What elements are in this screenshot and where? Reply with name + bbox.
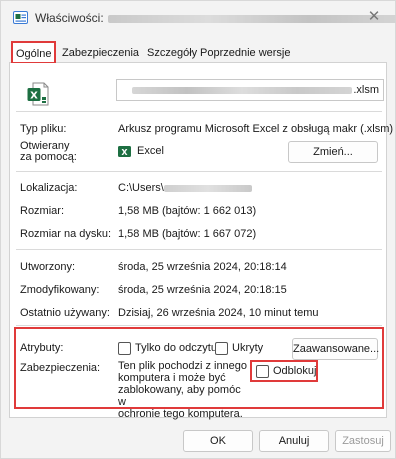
- size-value: 1,58 MB (bajtów: 1 662 013): [118, 205, 257, 217]
- unblock-highlight: Odblokuj: [250, 360, 318, 382]
- advanced-button[interactable]: Zaawansowane...: [292, 338, 379, 360]
- divider: [16, 249, 382, 250]
- attributes-label: Atrybuty:: [20, 342, 64, 354]
- unblock-label: Odblokuj: [273, 365, 317, 377]
- accessed-value: Dzisiaj, 26 września 2024, 10 minut temu: [118, 307, 319, 319]
- excel-file-icon: X: [27, 82, 49, 106]
- opens-with-value: Excel: [137, 145, 164, 157]
- blurred-filename: [107, 14, 396, 23]
- created-label: Utworzony:: [20, 261, 76, 273]
- change-button[interactable]: Zmień...: [288, 141, 378, 163]
- readonly-label: Tylko do odczytu: [135, 342, 217, 354]
- divider: [16, 111, 382, 112]
- apply-button[interactable]: Zastosuj: [335, 430, 391, 452]
- blurred-path: [163, 184, 252, 192]
- accessed-label: Ostatnio używany:: [20, 307, 110, 319]
- ok-button[interactable]: OK: [183, 430, 253, 452]
- opens-with-label-line2: za pomocą:: [20, 151, 77, 163]
- blurred-filename: [132, 86, 353, 94]
- security-message-line1: Ten plik pochodzi z innego: [118, 360, 248, 372]
- window-title: Właściwości:: [35, 11, 396, 25]
- size-label: Rozmiar:: [20, 205, 65, 217]
- properties-dialog: Właściwości: ✕ Ogólne Zabezpieczenia Szc…: [0, 0, 396, 459]
- modified-label: Zmodyfikowany:: [20, 284, 100, 296]
- hidden-checkbox[interactable]: [215, 342, 228, 355]
- general-panel: X .xlsm Typ pliku: Arkusz programu Micro…: [9, 63, 393, 420]
- filename-extension: .xlsm: [353, 84, 379, 96]
- security-message-line2: komputera i może być: [118, 372, 226, 384]
- security-label: Zabezpieczenia:: [20, 362, 101, 374]
- excel-app-icon: X: [118, 146, 131, 157]
- title-bar: Właściwości: ✕: [1, 1, 396, 35]
- security-message-line4: ochronie tego komputera.: [118, 408, 243, 420]
- tab-security[interactable]: Zabezpieczenia: [59, 44, 142, 63]
- modified-value: środa, 25 września 2024, 20:18:15: [118, 284, 287, 296]
- tab-previous-versions[interactable]: Poprzednie wersje: [197, 44, 294, 63]
- file-type-label: Typ pliku:: [20, 123, 67, 135]
- svg-text:X: X: [30, 91, 38, 102]
- window-title-prefix: Właściwości:: [35, 11, 104, 25]
- svg-text:X: X: [121, 148, 128, 157]
- hidden-label: Ukryty: [232, 342, 264, 354]
- close-button[interactable]: ✕: [363, 7, 385, 27]
- tab-strip: Ogólne Zabezpieczenia Szczegóły Poprzedn…: [9, 41, 387, 64]
- security-message: Ten plik pochodzi z innego komputera i m…: [118, 360, 248, 420]
- created-value: środa, 25 września 2024, 20:18:14: [118, 261, 287, 273]
- size-on-disk-value: 1,58 MB (bajtów: 1 667 072): [118, 228, 257, 240]
- unblock-checkbox[interactable]: [256, 365, 269, 378]
- opens-with-label: Otwierany za pomocą:: [20, 141, 77, 163]
- tab-general[interactable]: Ogólne: [11, 41, 57, 64]
- location-prefix: C:\Users\: [118, 182, 164, 194]
- file-type-value: Arkusz programu Microsoft Excel z obsług…: [118, 123, 394, 135]
- location-value: C:\Users\: [118, 182, 252, 194]
- cancel-button[interactable]: Anuluj: [259, 430, 329, 452]
- filename-field[interactable]: .xlsm: [116, 79, 384, 101]
- divider: [16, 171, 382, 172]
- divider: [16, 325, 382, 326]
- security-message-line3: zablokowany, aby pomóc w: [118, 384, 241, 408]
- properties-icon: [13, 11, 28, 24]
- readonly-checkbox[interactable]: [118, 342, 131, 355]
- location-label: Lokalizacja:: [20, 182, 78, 194]
- tab-details[interactable]: Szczegóły: [144, 44, 200, 63]
- size-on-disk-label: Rozmiar na dysku:: [20, 228, 112, 240]
